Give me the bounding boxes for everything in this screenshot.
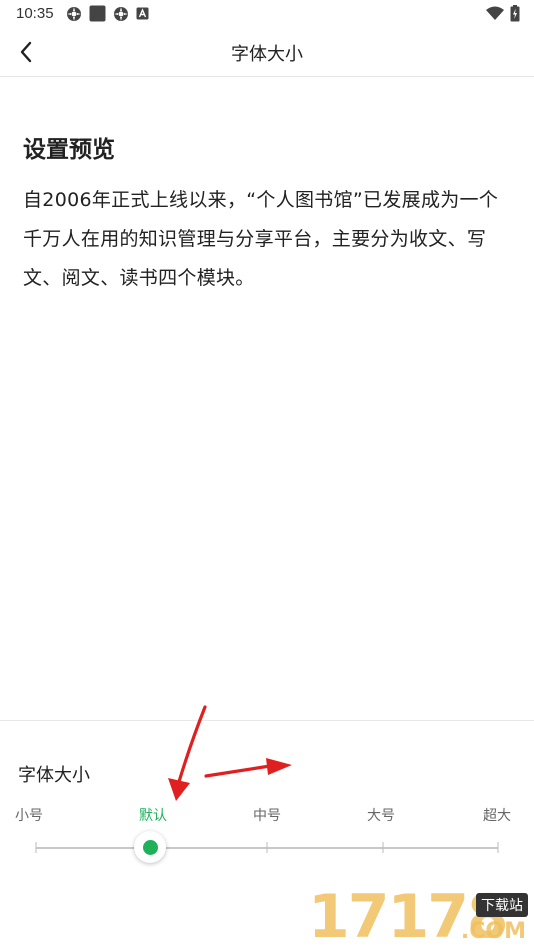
slider-tick [497,842,499,853]
square-app-icon [89,5,106,22]
preview-heading: 设置预览 [23,137,115,163]
slider-thumb[interactable] [134,831,166,863]
slider-tick [266,842,268,853]
settings-gear-icon [114,6,128,21]
settings-gear-icon [67,6,81,21]
status-icons-right [486,5,520,22]
status-time: 10:35 [16,5,54,22]
a-letter-icon [136,7,149,20]
size-option-1[interactable]: 默认 [139,805,167,825]
watermark-domain: .COM [460,919,526,944]
size-option-3[interactable]: 大号 [367,805,395,825]
top-navbar: 字体大小 [0,28,534,77]
preview-text: 自2006年正式上线以来，“个人图书馆”已发展成为一个千万人在用的知识管理与分享… [23,189,499,289]
watermark-badge: 下载站 [476,893,528,917]
size-option-4[interactable]: 超大 [483,805,511,825]
size-option-2[interactable]: 中号 [253,805,281,825]
slider-tick [35,842,37,853]
watermark-logo: 17178 下载站 .COM [308,885,534,950]
page-title: 字体大小 [231,44,303,65]
preview-section: 设置预览 自2006年正式上线以来，“个人图书馆”已发展成为一个千万人在用的知识… [23,133,513,298]
battery-icon [510,5,520,22]
slider-tick [382,842,384,853]
font-size-slider[interactable] [35,831,499,863]
slider-thumb-dot [142,839,158,855]
wifi-icon [486,6,504,20]
font-size-panel-title: 字体大小 [18,765,90,786]
status-bar: 10:35 [0,0,534,28]
size-option-0[interactable]: 小号 [15,805,43,825]
status-icons-left [66,5,149,22]
